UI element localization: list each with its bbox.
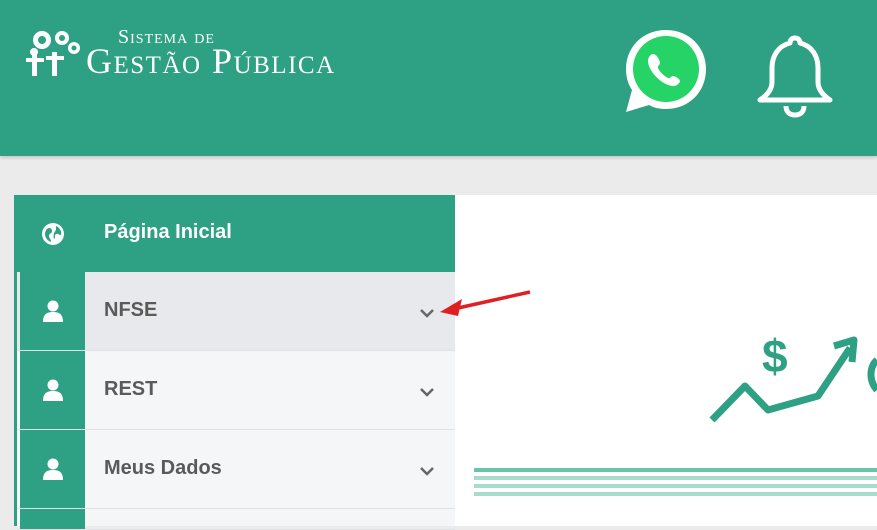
sidebar-item-label: REST xyxy=(104,378,158,400)
svg-text:$: $ xyxy=(762,330,788,382)
sidebar-item-next[interactable] xyxy=(17,509,455,530)
chevron-down-icon[interactable] xyxy=(419,465,435,477)
sidebar-icon-box xyxy=(20,509,85,529)
top-header: Sistema de Gestão Pública xyxy=(0,0,877,156)
sidebar-item-label: Página Inicial xyxy=(104,221,232,243)
chevron-down-icon[interactable] xyxy=(419,307,435,319)
gears-logo-icon xyxy=(26,31,80,76)
bell-icon[interactable] xyxy=(752,30,838,118)
decorative-stripes xyxy=(474,468,877,500)
logo-title: Gestão Pública xyxy=(86,41,336,81)
user-icon xyxy=(20,351,85,429)
sidebar-item-label: Meus Dados xyxy=(104,457,222,479)
globe-icon xyxy=(20,195,85,272)
chevron-down-icon[interactable] xyxy=(419,386,435,398)
annotation-arrow-icon xyxy=(440,290,531,316)
sidebar-item-nfse[interactable]: NFSE xyxy=(17,272,455,351)
whatsapp-icon[interactable] xyxy=(620,26,712,118)
sidebar-menu: Página Inicial NFSE REST Meus Dados xyxy=(14,195,455,530)
sidebar-item-label: NFSE xyxy=(104,299,158,321)
sidebar-item-rest[interactable]: REST xyxy=(17,351,455,430)
sidebar-item-meus-dados[interactable]: Meus Dados xyxy=(17,430,455,509)
sidebar-item-pagina-inicial[interactable]: Página Inicial xyxy=(17,195,455,272)
user-icon xyxy=(20,430,85,508)
money-growth-illustration: $ xyxy=(709,330,877,423)
user-icon xyxy=(20,272,85,350)
app-logo[interactable]: Sistema de Gestão Pública xyxy=(22,22,412,82)
